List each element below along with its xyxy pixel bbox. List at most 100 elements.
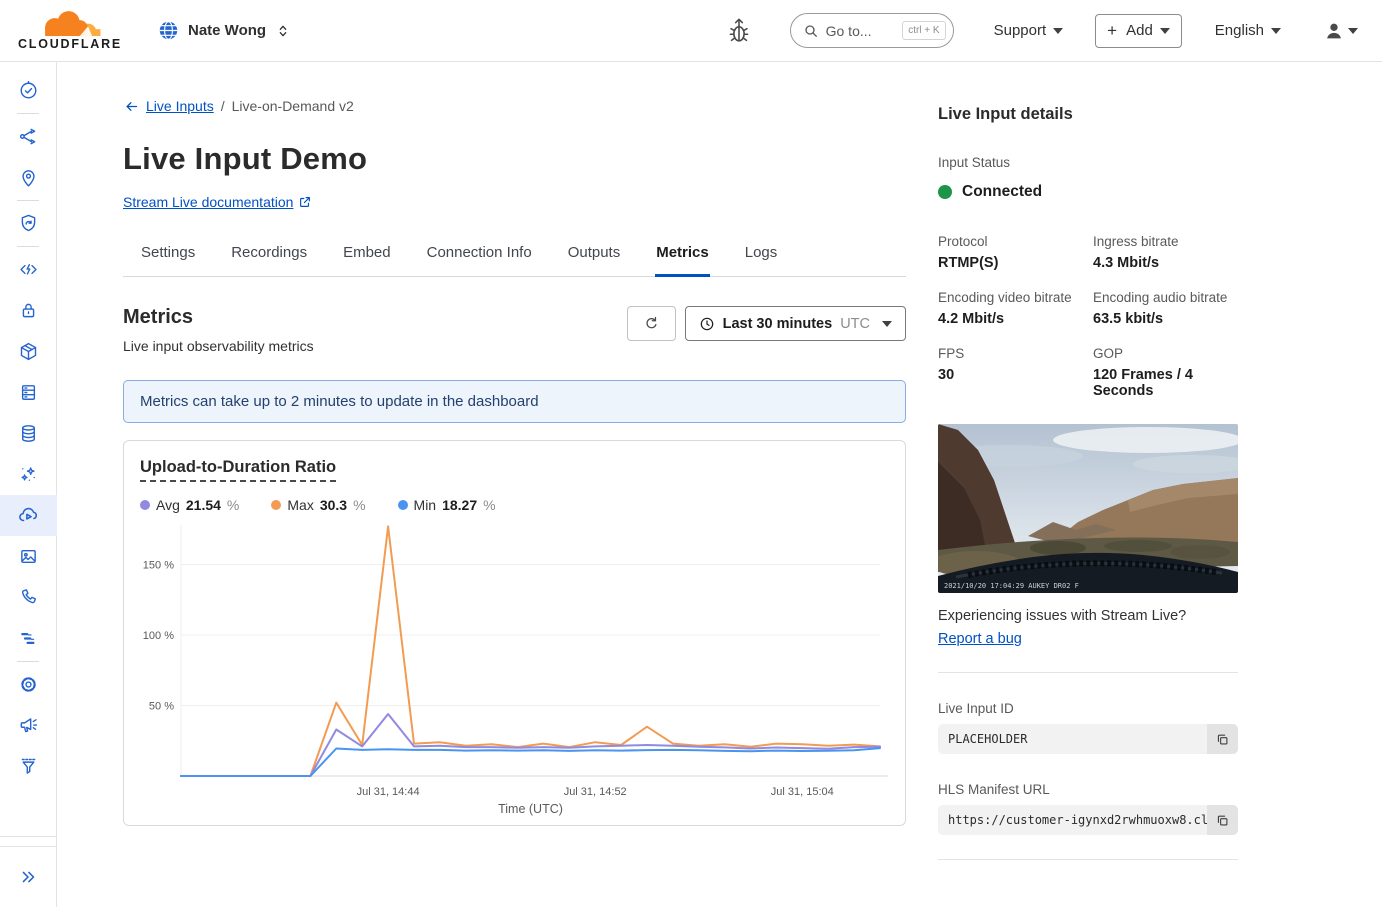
- sidebar-divider: [17, 113, 39, 114]
- sidebar-item-clock-check[interactable]: [0, 70, 57, 111]
- metrics-heading: Metrics: [123, 306, 314, 329]
- breadcrumb-back-link[interactable]: Live Inputs: [123, 98, 214, 114]
- metrics-subheading: Live input observability metrics: [123, 338, 314, 354]
- account-switcher[interactable]: Nate Wong: [158, 20, 291, 41]
- status-connected-dot: [938, 185, 952, 199]
- input-status-label: Input Status: [938, 155, 1238, 170]
- time-range-dropdown[interactable]: Last 30 minutes UTC: [685, 306, 906, 341]
- legend-dot-min: [398, 500, 408, 510]
- issues-question: Experiencing issues with Stream Live?: [938, 608, 1238, 624]
- double-chevron-right-icon: [17, 866, 39, 888]
- gear-icon: [18, 674, 39, 695]
- detail-protocol: Protocol RTMP(S): [938, 234, 1093, 271]
- report-bug-link[interactable]: Report a bug: [938, 631, 1022, 647]
- sidebar-item-database[interactable]: [0, 413, 57, 454]
- sidebar-item-map-pin[interactable]: [0, 157, 57, 198]
- legend-item-avg: Avg 21.54 %: [140, 497, 239, 513]
- back-arrow-icon: [123, 99, 140, 114]
- add-button[interactable]: + Add: [1095, 14, 1182, 48]
- stream-cloud-play-icon: [17, 504, 40, 527]
- account-name: Nate Wong: [188, 22, 266, 39]
- detail-audio-bitrate: Encoding audio bitrate 63.5 kbit/s: [1093, 290, 1238, 327]
- tab-outputs[interactable]: Outputs: [567, 235, 622, 277]
- detail-value: 63.5 kbit/s: [1093, 311, 1238, 327]
- chart-title: Upload-to-Duration Ratio: [140, 458, 336, 482]
- legend-value: 18.27: [442, 497, 477, 513]
- support-menu[interactable]: Support: [988, 21, 1070, 40]
- legend-value: 21.54: [186, 497, 221, 513]
- chart-card: Upload-to-Duration Ratio Avg 21.54 % Max…: [123, 440, 906, 826]
- live-input-details-panel: Live Input details Input Status Connecte…: [938, 98, 1238, 907]
- sidebar-item-calls[interactable]: [0, 577, 57, 618]
- bug-icon: [726, 17, 752, 45]
- stream-docs-link[interactable]: Stream Live documentation: [123, 194, 293, 210]
- legend-dot-max: [271, 500, 281, 510]
- hls-manifest-url-value[interactable]: https://customer-igynxd2rwhmuoxw8.cloudf: [938, 813, 1207, 827]
- refresh-button[interactable]: [627, 306, 676, 341]
- sidebar-bottom-divider: [0, 836, 56, 837]
- language-menu[interactable]: English: [1209, 21, 1287, 40]
- sidebar-item-images[interactable]: [0, 536, 57, 577]
- sidebar-item-shield[interactable]: [0, 203, 57, 244]
- sidebar-collapse-button[interactable]: [0, 846, 56, 907]
- sidebar-item-ai[interactable]: [0, 454, 57, 495]
- tab-connection-info[interactable]: Connection Info: [426, 235, 533, 277]
- detail-label: Encoding audio bitrate: [1093, 290, 1238, 305]
- dashcam-preview-image: 2021/10/20 17:04:29 AUKEY DR02 F: [938, 424, 1238, 593]
- package-cube-icon: [18, 341, 39, 362]
- sidebar-item-lock[interactable]: [0, 290, 57, 331]
- live-input-id-value[interactable]: PLACEHOLDER: [938, 732, 1207, 746]
- detail-gop: GOP 120 Frames / 4 Seconds: [1093, 346, 1238, 399]
- panel-divider: [938, 672, 1238, 673]
- lock-icon: [18, 300, 39, 321]
- sidebar-item-logs-gantt[interactable]: [0, 618, 57, 659]
- breadcrumb-back-label: Live Inputs: [146, 98, 214, 114]
- cloudflare-logo[interactable]: CLOUDFLARE: [14, 11, 126, 51]
- sidebar-item-stream[interactable]: [0, 495, 57, 536]
- detail-label: Ingress bitrate: [1093, 234, 1238, 249]
- top-header: CLOUDFLARE Nate Wong: [0, 0, 1382, 62]
- copy-hls-url-button[interactable]: [1207, 805, 1238, 835]
- sidebar-item-network[interactable]: [0, 116, 57, 157]
- sidebar-item-code-bolt[interactable]: [0, 249, 57, 290]
- map-pin-icon: [18, 167, 39, 188]
- sidebar-item-notifications[interactable]: [0, 705, 57, 746]
- breadcrumb: Live Inputs / Live-on-Demand v2: [123, 98, 906, 114]
- sidebar-bottom: [0, 836, 56, 907]
- tab-logs[interactable]: Logs: [744, 235, 779, 277]
- status-value: Connected: [962, 183, 1042, 201]
- copy-icon: [1215, 813, 1230, 828]
- detail-video-bitrate: Encoding video bitrate 4.2 Mbit/s: [938, 290, 1093, 327]
- caret-down-icon: [1053, 28, 1063, 34]
- tab-metrics[interactable]: Metrics: [655, 235, 710, 277]
- sidebar-item-server[interactable]: [0, 372, 57, 413]
- external-link-icon: [298, 195, 312, 209]
- timezone-value: UTC: [840, 316, 870, 332]
- detail-label: Protocol: [938, 234, 1093, 249]
- tab-embed[interactable]: Embed: [342, 235, 392, 277]
- legend-item-min: Min 18.27 %: [398, 497, 496, 513]
- sidebar-item-package[interactable]: [0, 331, 57, 372]
- report-bug-icon-button[interactable]: [722, 13, 756, 49]
- user-menu[interactable]: [1317, 19, 1364, 43]
- brand-wordmark: CLOUDFLARE: [18, 37, 122, 51]
- language-label: English: [1215, 22, 1264, 39]
- sidebar-item-settings[interactable]: [0, 664, 57, 705]
- tab-settings[interactable]: Settings: [140, 235, 196, 277]
- sidebar-divider: [17, 661, 39, 662]
- main-area: Live Inputs / Live-on-Demand v2 Live Inp…: [57, 62, 1382, 907]
- live-preview-thumbnail: 2021/10/20 17:04:29 AUKEY DR02 F: [938, 424, 1238, 593]
- copy-live-input-id-button[interactable]: [1207, 724, 1238, 754]
- detail-value: 30: [938, 367, 1093, 383]
- legend-name: Max: [287, 497, 313, 513]
- support-label: Support: [994, 22, 1047, 39]
- breadcrumb-current: Live-on-Demand v2: [232, 98, 354, 114]
- svg-text:150 %: 150 %: [143, 560, 174, 572]
- shield-sync-icon: [18, 213, 39, 234]
- sidebar-item-filter[interactable]: [0, 746, 57, 787]
- search-icon: [803, 23, 819, 39]
- left-nav-sidebar: [0, 62, 57, 907]
- svg-text:100 %: 100 %: [143, 630, 174, 642]
- global-search[interactable]: Go to... ctrl + K: [790, 13, 954, 48]
- tab-recordings[interactable]: Recordings: [230, 235, 308, 277]
